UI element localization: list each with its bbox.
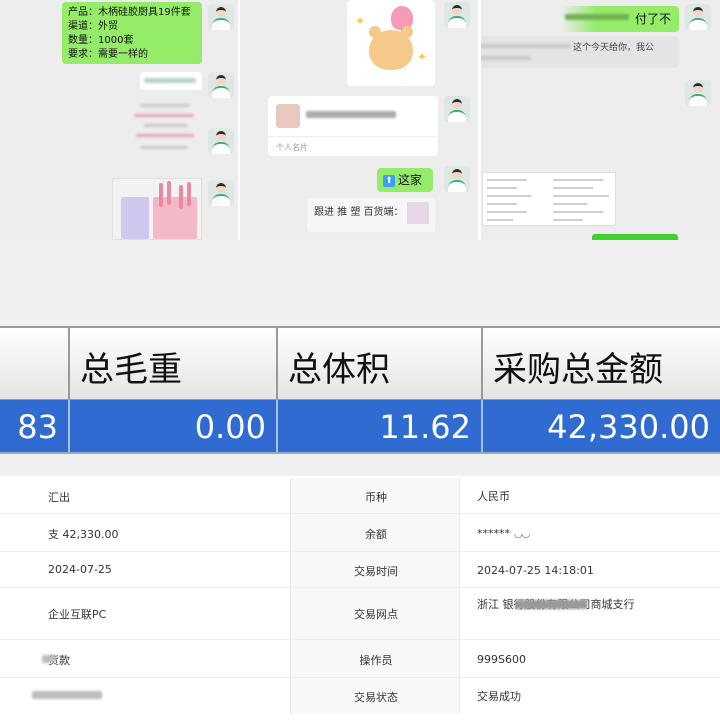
balance-label-cell: 余额 <box>290 514 460 551</box>
cell-count[interactable]: 83 <box>0 400 70 452</box>
sender-avatar[interactable] <box>444 2 470 28</box>
bear-flower-sticker[interactable]: ✦ ✦ <box>347 0 435 86</box>
transaction-date: 2024-07-25 <box>48 563 112 576</box>
sender-avatar[interactable] <box>208 4 234 30</box>
sparkle-icon: ✦ <box>417 50 428 64</box>
transaction-channel: 企业互联PC <box>48 608 107 621</box>
reply-fragment-text: 这个今天给你，我公 <box>573 43 655 53</box>
branch-label-cell: 交易网点 <box>290 588 460 639</box>
chat-panel-payment: 付了不 这个今天给你，我公 <box>478 0 720 240</box>
product-thumbnail <box>407 202 429 224</box>
up-arrow-icon: ⬆ <box>383 174 395 187</box>
cell-total-volume[interactable]: 11.62 <box>278 400 483 452</box>
order-product-line: 产品：木柄硅胶厨具19件套 <box>68 7 191 18</box>
sender-avatar[interactable] <box>685 4 711 30</box>
transaction-time-value: 2024-07-25 14:18:01 <box>477 564 594 577</box>
sender-avatar[interactable] <box>444 96 470 122</box>
status-label-cell: 交易状态 <box>290 678 460 714</box>
contact-card-bubble[interactable]: 个人名片 <box>268 96 438 156</box>
this-one-reply-bubble[interactable]: ⬆ 这家 <box>377 168 433 192</box>
header-cell-total-gross-weight[interactable]: 总毛重 <box>70 328 278 399</box>
branch-value: 浙江 银行股份有限公司商城支行 <box>477 598 635 611</box>
blurred-message-bubble[interactable] <box>140 72 202 90</box>
chat-panel-contact-card: ✦ ✦ 个人名片 ⬆ 这家 跟进 推 塑 百货端： <box>238 0 478 240</box>
cell-total-gross-weight[interactable]: 0.00 <box>70 400 278 452</box>
sender-avatar[interactable] <box>208 180 234 206</box>
order-channel-line: 渠道：外贸 <box>68 21 118 32</box>
kitchenware-set-photo[interactable] <box>112 178 202 240</box>
reply-message-bubble[interactable]: 这个今天给你，我公 <box>481 36 679 68</box>
order-request-bubble[interactable]: 产品：木柄硅胶厨具19件套 渠道：外贸 数量：1000套 要求：需要一样的 <box>62 2 202 64</box>
chat-panel-product-request: 产品：木柄硅胶厨具19件套 渠道：外贸 数量：1000套 要求：需要一样的 <box>0 0 238 240</box>
payment-document-screenshot[interactable] <box>482 172 616 226</box>
blurred-screenshot-thumb[interactable] <box>130 98 202 162</box>
order-quantity-line: 数量：1000套 <box>68 35 134 46</box>
operator-label-cell: 操作员 <box>290 640 460 677</box>
detail-row-operator: 货款 操作员 999S600 <box>0 640 720 678</box>
eye-closed-icon[interactable]: ◡◡ <box>514 527 530 543</box>
operator-value: 999S600 <box>477 653 526 666</box>
follow-up-card[interactable]: 跟进 推 塑 百货端： <box>307 198 435 232</box>
reply-text: 这家 <box>398 173 423 187</box>
detail-row-status: 交易状态 交易成功 <box>0 678 720 714</box>
status-value: 交易成功 <box>477 690 521 703</box>
paid-question-bubble[interactable]: 付了不 <box>561 6 679 32</box>
currency-value: 人民币 <box>477 490 510 503</box>
cell-total-purchase-amount[interactable]: 42,330.00 <box>483 400 720 452</box>
header-cell-blank[interactable] <box>0 328 70 399</box>
detail-row-time: 2024-07-25 交易时间 2024-07-25 14:18:01 <box>0 552 720 588</box>
detail-row-currency: 汇出 币种 人民币 <box>0 478 720 514</box>
purchase-summary-spreadsheet: 总毛重 总体积 采购总金额 83 0.00 11.62 42,330.00 <box>0 240 720 476</box>
currency-label-cell: 币种 <box>290 478 460 513</box>
time-label-cell: 交易时间 <box>290 552 460 587</box>
card-type-label: 个人名片 <box>276 143 308 152</box>
sender-avatar[interactable] <box>444 166 470 192</box>
header-cell-total-purchase-amount[interactable]: 采购总金额 <box>483 328 720 399</box>
bank-transaction-details: 汇出 币种 人民币 支 42,330.00 余额 ****** ◡◡ 2024-0… <box>0 478 720 720</box>
order-requirement-line: 要求：需要一样的 <box>68 49 148 60</box>
chat-screenshots: 产品：木柄硅胶厨具19件套 渠道：外贸 数量：1000套 要求：需要一样的 ✦ … <box>0 0 720 240</box>
transaction-amount: 支 42,330.00 <box>48 528 119 541</box>
contact-photo <box>276 104 300 128</box>
header-cell-total-volume[interactable]: 总体积 <box>278 328 483 399</box>
sender-avatar[interactable] <box>208 72 234 98</box>
paid-question-text: 付了不 <box>634 12 671 26</box>
follow-up-text: 跟进 推 塑 百货端： <box>314 207 404 218</box>
spreadsheet-selected-row[interactable]: 83 0.00 11.62 42,330.00 <box>0 400 720 454</box>
sparkle-icon: ✦ <box>355 14 366 28</box>
sender-avatar[interactable] <box>208 128 234 154</box>
spreadsheet-header-row: 总毛重 总体积 采购总金额 <box>0 326 720 400</box>
detail-row-branch: 企业互联PC 交易网点 浙江 银行股份有限公司商城支行 <box>0 588 720 640</box>
transaction-direction: 汇出 <box>48 491 70 504</box>
detail-row-balance: 支 42,330.00 余额 ****** ◡◡ <box>0 514 720 552</box>
sender-avatar[interactable] <box>685 80 711 106</box>
balance-value: ****** ◡◡ <box>477 526 709 543</box>
